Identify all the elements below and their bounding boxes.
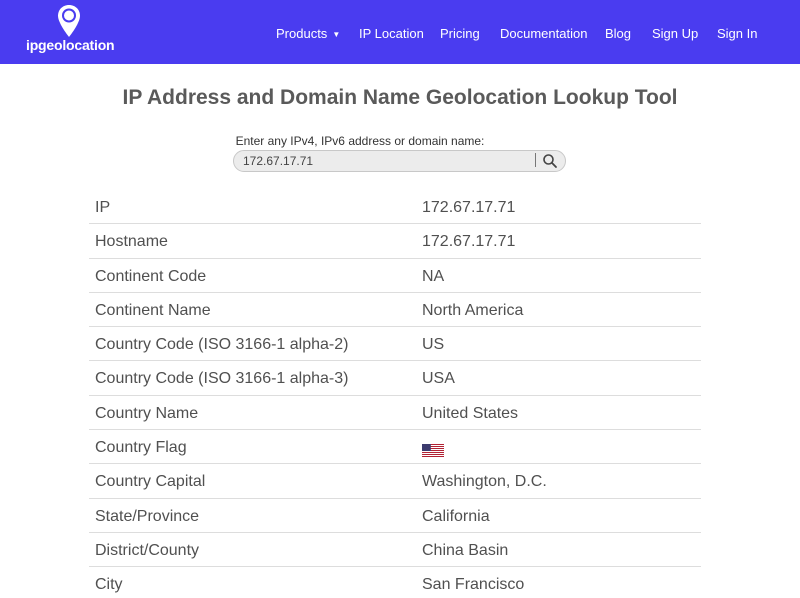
table-row: Country Capital Washington, D.C. (89, 464, 701, 499)
table-row: Country Flag (89, 430, 701, 465)
row-label: Country Code (ISO 3166-1 alpha-3) (95, 370, 349, 388)
nav-blog[interactable]: Blog (605, 26, 631, 41)
row-label: Country Capital (95, 473, 206, 491)
us-flag-icon (422, 444, 444, 458)
row-label: Country Name (95, 404, 199, 422)
row-value: San Francisco (422, 576, 525, 594)
caret-down-icon: ▼ (332, 30, 341, 39)
table-row: IP 172.67.17.71 (89, 190, 701, 225)
nav-products-label: Products (276, 26, 328, 41)
table-row: City San Francisco (89, 567, 701, 598)
nav-ip-location[interactable]: IP Location (359, 26, 424, 41)
row-value: North America (422, 301, 524, 319)
row-label: Country Flag (95, 439, 187, 457)
geolocation-table: IP 172.67.17.71 Hostname 172.67.17.71 Co… (89, 190, 701, 598)
row-value: China Basin (422, 541, 509, 559)
nav-products[interactable]: Products ▼ (276, 26, 340, 41)
page-title: IP Address and Domain Name Geolocation L… (122, 86, 678, 109)
table-row: Country Name United States (89, 396, 701, 431)
table-row: Continent Name North America (89, 293, 701, 328)
logo[interactable]: ipgeolocation (26, 4, 116, 58)
row-label: Hostname (95, 233, 168, 251)
row-label: Country Code (ISO 3166-1 alpha-2) (95, 336, 349, 354)
nav-pricing[interactable]: Pricing (440, 26, 480, 41)
table-row: Country Code (ISO 3166-1 alpha-2) US (89, 327, 701, 362)
row-value: Washington, D.C. (422, 473, 547, 491)
row-label: District/County (95, 541, 200, 559)
location-pin-icon (58, 5, 80, 37)
row-label: State/Province (95, 507, 200, 525)
table-row: District/County China Basin (89, 533, 701, 568)
search-input[interactable] (234, 151, 534, 171)
row-label: IP (95, 199, 111, 216)
table-row: Continent Code NA (89, 259, 701, 293)
search-icon[interactable] (541, 152, 559, 170)
nav-documentation[interactable]: Documentation (500, 26, 587, 41)
row-label: Continent Name (95, 301, 211, 319)
row-value: USA (422, 370, 455, 388)
table-row: Country Code (ISO 3166-1 alpha-3) USA (89, 361, 701, 396)
search-label: Enter any IPv4, IPv6 address or domain n… (235, 134, 485, 148)
row-value: 172.67.17.71 (422, 233, 516, 251)
row-label: City (95, 576, 123, 594)
logo-text: ipgeolocation (26, 37, 115, 53)
table-row: Hostname 172.67.17.71 (89, 224, 701, 259)
nav-sign-in[interactable]: Sign In (717, 26, 757, 41)
row-value: California (422, 507, 490, 525)
top-navbar: ipgeolocation Products ▼ IP Location Pric… (0, 0, 800, 64)
row-value: United States (422, 404, 519, 422)
row-value: US (422, 336, 445, 354)
row-value: 172.67.17.71 (422, 199, 516, 216)
table-row: State/Province California (89, 499, 701, 533)
search-box (233, 150, 566, 172)
row-label: Continent Code (95, 267, 207, 285)
search-divider (535, 153, 536, 167)
row-value: NA (422, 267, 445, 285)
nav-sign-up[interactable]: Sign Up (652, 26, 698, 41)
